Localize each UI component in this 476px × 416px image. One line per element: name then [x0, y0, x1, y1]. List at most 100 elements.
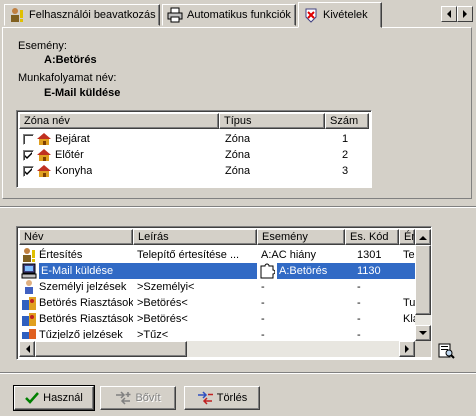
checkmark-icon	[25, 168, 32, 175]
workflow-event: -	[261, 281, 265, 293]
workflow-event: A:AC hiány	[261, 249, 317, 261]
notification-icon	[23, 248, 35, 262]
arrow-down-icon	[419, 330, 427, 335]
zone-number: 3	[342, 165, 349, 177]
workflow-description: >Betörés<	[137, 313, 188, 325]
use-button[interactable]: Használ	[13, 385, 95, 411]
tab-exceptions[interactable]: Kivételek	[298, 2, 382, 28]
column-header-number[interactable]: Szám	[325, 113, 369, 129]
arrow-up-icon	[419, 235, 427, 240]
workflow-event-code: -	[357, 329, 361, 339]
workflow-row[interactable]: Betörés Riasztások >Betörés< - - Tu	[19, 295, 415, 311]
workflow-row-selected[interactable]: E-Mail küldése A:Betörés 1130	[19, 263, 415, 279]
column-header-type[interactable]: Típus	[219, 113, 325, 129]
scroll-right-button[interactable]	[399, 341, 415, 357]
use-button-label: Használ	[43, 392, 83, 404]
expand-icon	[116, 391, 131, 405]
zone-icon	[37, 165, 51, 177]
zone-name: Előtér	[55, 149, 84, 161]
workflow-event: -	[261, 297, 265, 309]
zone-row[interactable]: Előtér Zóna 2	[19, 147, 369, 163]
zone-checkbox[interactable]	[23, 150, 34, 161]
column-header-event-code[interactable]: Es. Kód	[345, 229, 399, 245]
alarm-group-icon	[22, 313, 36, 326]
find-workflow-button[interactable]	[436, 340, 456, 360]
workflow-name: Személyi jelzések	[39, 281, 127, 293]
workflow-list[interactable]: Név Leírás Esemény Es. Kód Ért Értesítés…	[16, 226, 432, 360]
scrollbar-corner	[415, 341, 431, 357]
zone-icon	[37, 149, 51, 161]
delete-icon	[197, 391, 213, 405]
zone-number: 2	[342, 149, 349, 161]
tab-label: Felhasználói beavatkozás	[29, 9, 156, 21]
zone-checkbox[interactable]	[23, 134, 34, 145]
workflow-description: >Betörés<	[137, 297, 188, 309]
zone-name: Konyha	[55, 165, 93, 177]
workflow-extra: Tu	[403, 297, 415, 309]
workflow-name: Értesítés	[39, 249, 83, 261]
scroll-left-button[interactable]	[19, 341, 35, 357]
column-header-description[interactable]: Leírás	[133, 229, 257, 245]
delete-button[interactable]: Törlés	[184, 386, 260, 410]
zone-type: Zóna	[225, 165, 251, 177]
tab-automatic-functions[interactable]: Automatikus funkciók	[162, 4, 296, 26]
column-header-event[interactable]: Esemény	[257, 229, 345, 245]
scroll-thumb[interactable]	[415, 245, 431, 315]
workflow-event-code: 1301	[357, 249, 382, 261]
checkmark-icon	[25, 392, 40, 404]
workflow-event-code: -	[357, 313, 361, 325]
workflow-row[interactable]: Tűzjelző jelzések >Tűz< - -	[19, 327, 415, 339]
zone-list[interactable]: Zóna név Típus Szám Bejárat Zóna 1 Előté…	[16, 110, 372, 188]
fire-alarm-icon	[22, 329, 36, 339]
zone-type: Zóna	[225, 149, 251, 161]
workflow-description: >Tűz<	[137, 329, 169, 339]
workflow-event: -	[261, 313, 265, 325]
column-header-value[interactable]: Ért	[399, 229, 415, 245]
checkmark-icon	[25, 152, 32, 159]
bottom-separator	[0, 372, 476, 374]
workflow-name: E-Mail küldése	[41, 265, 114, 277]
workflow-name: Betörés Riasztások	[39, 297, 133, 309]
workflow-row[interactable]: Személyi jelzések >Személyi< - -	[19, 279, 415, 295]
zone-number: 1	[342, 133, 349, 145]
scroll-thumb[interactable]	[35, 341, 187, 357]
vertical-scrollbar[interactable]	[415, 229, 431, 341]
expand-button[interactable]: Bővít	[100, 386, 176, 410]
arrow-left-icon	[447, 10, 451, 18]
tab-label: Kivételek	[323, 9, 368, 21]
printer-icon	[167, 7, 183, 23]
splitter[interactable]	[0, 206, 476, 208]
event-label: Esemény:	[18, 40, 67, 52]
puzzle-icon	[260, 263, 275, 279]
search-document-icon	[438, 343, 455, 359]
workflow-event-code: 1130	[357, 265, 381, 277]
zone-row[interactable]: Bejárat Zóna 1	[19, 131, 369, 147]
zone-icon	[37, 133, 51, 145]
workflow-name: Tűzjelző jelzések	[39, 329, 123, 339]
workflow-description: Telepítő értesítése ...	[137, 249, 240, 261]
zone-type: Zóna	[225, 133, 251, 145]
column-header-name[interactable]: Név	[19, 229, 133, 245]
arrow-right-icon	[404, 345, 409, 353]
horizontal-scrollbar[interactable]	[19, 341, 415, 357]
workflow-row[interactable]: Értesítés Telepítő értesítése ... A:AC h…	[19, 247, 415, 263]
tab-scroll-right-button[interactable]	[457, 6, 473, 22]
scroll-up-button[interactable]	[415, 229, 431, 245]
zone-row[interactable]: Konyha Zóna 3	[19, 163, 369, 179]
tab-user-intervention[interactable]: Felhasználói beavatkozás	[4, 4, 160, 26]
workflow-name-value: E-Mail küldése	[44, 87, 121, 99]
scroll-down-button[interactable]	[415, 325, 431, 341]
person-icon	[25, 280, 33, 294]
exceptions-icon	[305, 8, 317, 23]
zone-checkbox[interactable]	[23, 166, 34, 177]
tab-label: Automatikus funkciók	[187, 9, 291, 21]
column-header-zone-name[interactable]: Zóna név	[19, 113, 219, 129]
workflow-extra: Te	[403, 249, 415, 261]
arrow-right-icon	[463, 10, 467, 18]
workflow-event-code: -	[357, 281, 361, 293]
workflow-event-code: -	[357, 297, 361, 309]
tab-scroll-left-button[interactable]	[441, 6, 457, 22]
expand-button-label: Bővít	[135, 392, 161, 404]
workflow-row[interactable]: Betörés Riasztások >Betörés< - - Klá	[19, 311, 415, 327]
zone-name: Bejárat	[55, 133, 90, 145]
